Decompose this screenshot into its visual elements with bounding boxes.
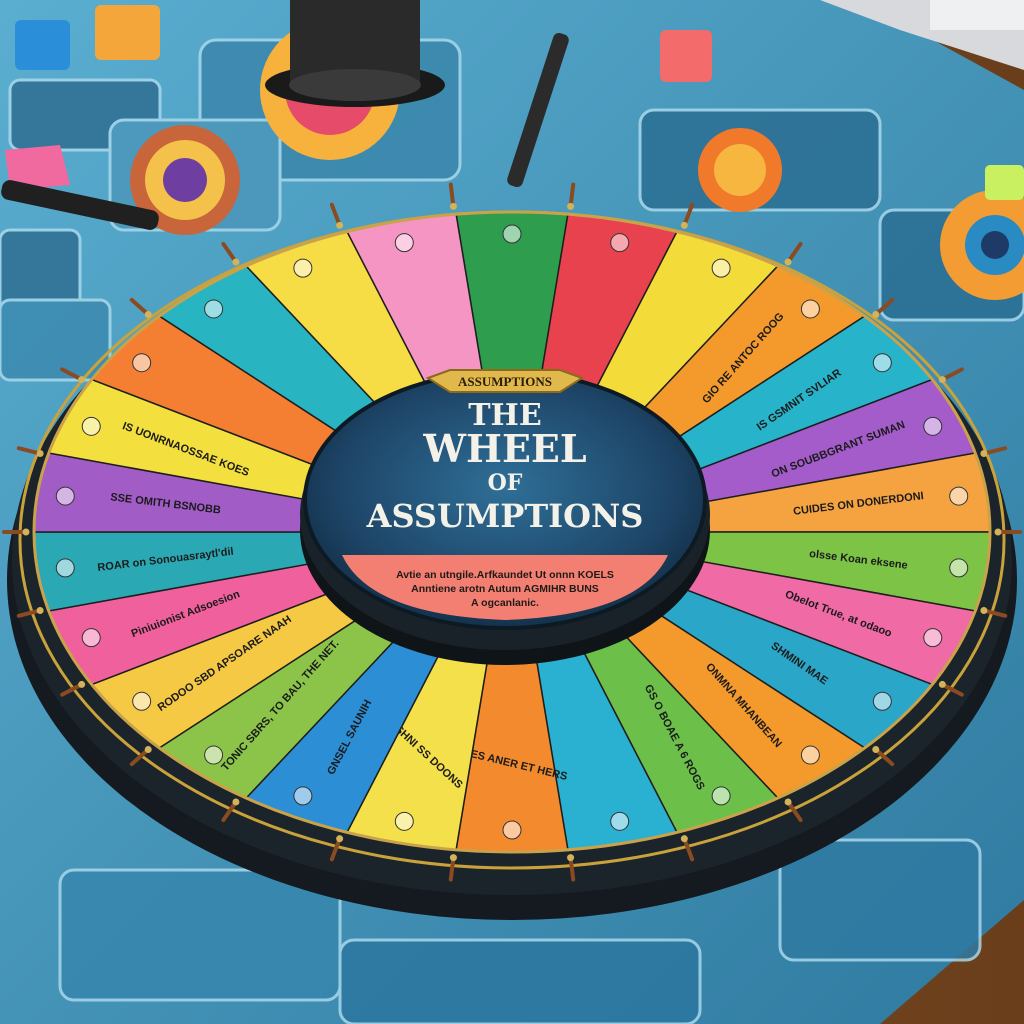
title-line-2: WHEEL [422, 426, 586, 471]
peg-base [784, 798, 792, 806]
segment-emblem-icon [81, 416, 101, 436]
peg-base [872, 310, 880, 318]
segment-emblem-icon [55, 486, 75, 506]
segment-emblem-icon [610, 811, 630, 831]
peg-base [36, 606, 44, 614]
segment-emblem-icon [711, 258, 731, 278]
hub-subtext-line-1: Avtie an utngile.Arfkaundet Ut onnn KOEL… [396, 569, 614, 581]
segment-emblem-icon [204, 745, 224, 765]
segment-emblem-icon [81, 628, 101, 648]
peg-base [22, 528, 30, 536]
peg-base [144, 746, 152, 754]
black-cylinder [265, 0, 445, 107]
segment-emblem-icon [55, 558, 75, 578]
segment-emblem-icon [872, 691, 892, 711]
segment-emblem-icon [502, 820, 522, 840]
segment-emblem-icon [132, 353, 152, 373]
segment-emblem-icon [923, 628, 943, 648]
title-line-4: ASSUMPTIONS [366, 497, 644, 535]
peg-base [336, 835, 344, 843]
peg-base [232, 798, 240, 806]
segment-emblem-icon [394, 811, 414, 831]
peg-base [36, 450, 44, 458]
segment-emblem-icon [949, 558, 969, 578]
peg-base [78, 376, 86, 384]
peg-base [449, 202, 457, 210]
title-line-3: OF [488, 470, 523, 496]
peg-base [980, 606, 988, 614]
peg-base [78, 680, 86, 688]
peg-base [144, 310, 152, 318]
segment-emblem-icon [949, 486, 969, 506]
hub-subtext-line-3: A ogcanlanic. [471, 597, 539, 609]
peg-base [567, 202, 575, 210]
segment-emblem-icon [610, 233, 630, 253]
banner-label: ASSUMPTIONS [458, 374, 552, 389]
segment-emblem-icon [132, 691, 152, 711]
segment-emblem-icon [293, 786, 313, 806]
peg-base [784, 258, 792, 266]
segment-emblem-icon [711, 786, 731, 806]
peg-base [567, 854, 575, 862]
peg-base [980, 450, 988, 458]
segment-emblem-icon [872, 353, 892, 373]
peg-base [232, 258, 240, 266]
peg-base [938, 680, 946, 688]
peg-base [938, 376, 946, 384]
peg-base [680, 835, 688, 843]
segment-emblem-icon [800, 299, 820, 319]
scene-canvas: GIO RE ANTOC ROOGIS GSMNIT SVLIARON SOUB… [0, 0, 1024, 1024]
peg-base [336, 221, 344, 229]
peg-base [994, 528, 1002, 536]
game-scene: GIO RE ANTOC ROOG IS GSMNIT SVLIAR ON SOUB… [0, 0, 1024, 1024]
peg-base [680, 221, 688, 229]
segment-emblem-icon [502, 224, 522, 244]
peg-base [449, 854, 457, 862]
peg-base [872, 746, 880, 754]
segment-emblem-icon [800, 745, 820, 765]
segment-emblem-icon [204, 299, 224, 319]
segment-emblem-icon [394, 233, 414, 253]
title-banner: ASSUMPTIONS [425, 369, 585, 393]
hub-subtext-line-2: Anntiene arotn Autum AGMIHR BUNS [411, 583, 599, 595]
segment-emblem-icon [923, 416, 943, 436]
segment-emblem-icon [293, 258, 313, 278]
